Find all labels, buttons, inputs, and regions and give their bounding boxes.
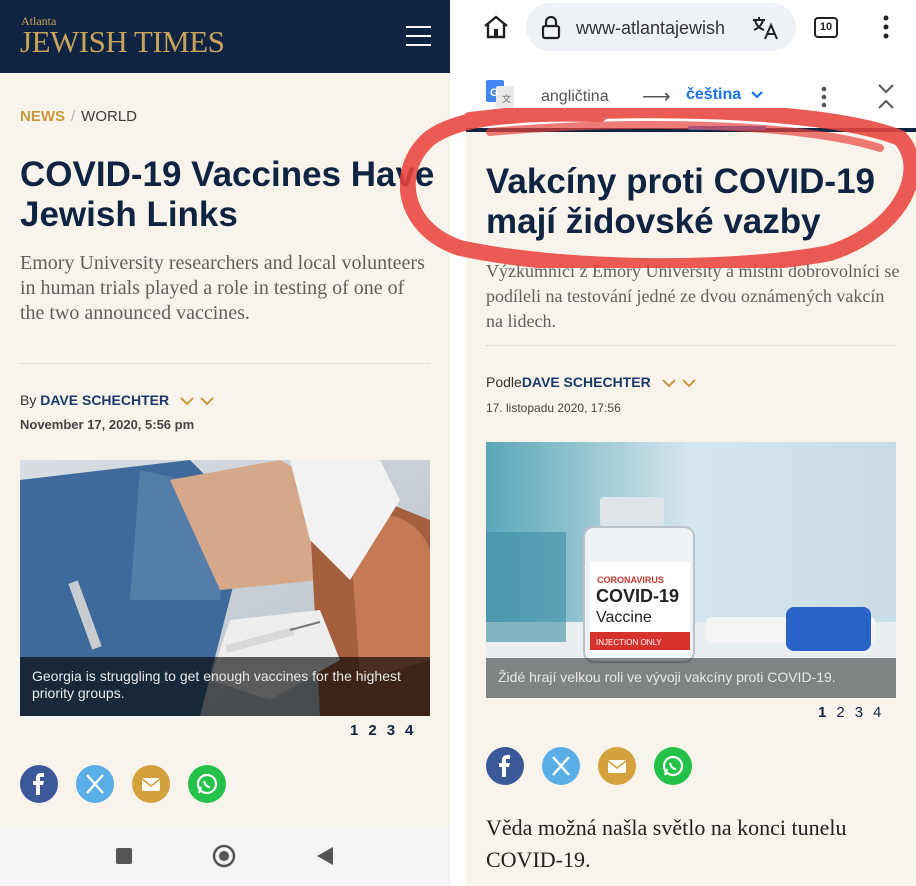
article-photo[interactable]: Georgia is struggling to get enough vacc… — [20, 460, 430, 716]
article-title: COVID-19 Vaccines Have Jewish Links — [20, 155, 435, 234]
pager-item[interactable]: 2 — [836, 704, 844, 721]
browser-toolbar: www-atlantajewish 10 — [466, 0, 916, 60]
whatsapp-share-button[interactable] — [654, 747, 692, 785]
breadcrumb-news-link[interactable]: NEWS — [20, 108, 65, 125]
article-body-paragraph: Věda možná našla světlo na konci tunelu … — [486, 815, 847, 872]
pager-item[interactable]: 4 — [873, 704, 881, 721]
vial-label-line2: COVID-19 — [596, 586, 679, 606]
site-logo[interactable]: JEWISH TIMES — [20, 25, 225, 59]
photo-pager: 1234 — [340, 722, 413, 739]
email-share-button[interactable] — [132, 765, 170, 803]
vial-label-line1: CORONAVIRUS — [597, 575, 664, 585]
vial-label-line3: Vaccine — [596, 609, 652, 626]
translate-icon[interactable] — [751, 15, 779, 41]
byline: By DAVE SCHECHTER — [20, 392, 215, 409]
whatsapp-share-button[interactable] — [188, 765, 226, 803]
breadcrumb: NEWS / WORLD — [20, 108, 137, 126]
google-translate-icon: G 文 — [486, 80, 514, 108]
target-language-label: čeština — [686, 86, 742, 103]
email-icon — [607, 760, 627, 773]
byline-prefix: By — [20, 392, 37, 408]
translate-bar: G 文 angličtina ⟶ čeština — [466, 60, 916, 132]
pager-item[interactable]: 2 — [368, 722, 376, 739]
whatsapp-icon — [196, 773, 218, 795]
article-date: November 17, 2020, 5:56 pm — [20, 417, 195, 432]
chevron-down-icon — [750, 90, 763, 99]
article-date: 17. listopadu 2020, 17:56 — [486, 401, 621, 415]
email-share-button[interactable] — [598, 747, 636, 785]
address-bar[interactable]: www-atlantajewish — [526, 3, 796, 51]
author-link[interactable]: DAVE SCHECHTER — [40, 392, 169, 408]
tab-switcher-button[interactable]: 10 — [814, 17, 838, 38]
right-screenshot: www-atlantajewish 10 G 文 angličtina ⟶ če… — [466, 0, 916, 886]
url-text: www-atlantajewish — [576, 18, 726, 38]
facebook-share-button[interactable] — [20, 765, 58, 803]
pager-item[interactable]: 3 — [855, 704, 863, 721]
source-language-tab[interactable]: angličtina — [541, 88, 609, 106]
more-options-icon[interactable] — [882, 14, 890, 40]
vial-label-line4: INJECTION ONLY — [596, 638, 662, 647]
android-nav-bar — [0, 826, 450, 886]
divider — [20, 363, 430, 364]
x-share-button[interactable] — [542, 747, 580, 785]
recent-apps-icon[interactable] — [114, 846, 134, 866]
chevron-down-icon[interactable] — [179, 396, 215, 406]
lock-icon — [541, 16, 561, 40]
svg-text:G: G — [490, 87, 499, 99]
hamburger-menu-icon[interactable] — [406, 26, 431, 46]
facebook-icon — [499, 755, 510, 777]
article-subtitle: Emory University researchers and local v… — [20, 252, 425, 324]
author-link[interactable]: DAVE SCHECHTER — [522, 374, 651, 390]
pager-item[interactable]: 4 — [405, 722, 413, 739]
x-icon — [86, 774, 104, 794]
photo-pager: 1234 — [808, 704, 881, 721]
pager-item[interactable]: 1 — [818, 704, 826, 721]
email-icon — [141, 778, 161, 791]
whatsapp-icon — [662, 755, 684, 777]
byline-prefix: Podle — [486, 374, 522, 390]
translate-options-icon[interactable] — [820, 86, 828, 108]
home-button-icon[interactable] — [212, 844, 236, 868]
x-share-button[interactable] — [76, 765, 114, 803]
article-photo[interactable]: CORONAVIRUS COVID-19 Vaccine INJECTION O… — [486, 442, 896, 698]
pager-item[interactable]: 3 — [387, 722, 395, 739]
collapse-expand-icon[interactable] — [876, 82, 896, 112]
screenshot-divider — [450, 0, 466, 886]
x-icon — [552, 756, 570, 776]
chevron-down-icon[interactable] — [661, 378, 697, 388]
back-button-icon[interactable] — [315, 845, 335, 867]
left-screenshot: Atlanta JEWISH TIMES NEWS / WORLD COVID-19… — [0, 0, 450, 886]
breadcrumb-world-link[interactable]: WORLD — [81, 108, 137, 125]
target-language-tab[interactable]: čeština — [686, 86, 764, 104]
translated-article-subtitle: Výzkumníci z Emory University a místní d… — [486, 261, 900, 331]
arrow-right-icon: ⟶ — [642, 86, 671, 108]
svg-text:文: 文 — [502, 93, 511, 104]
home-icon[interactable] — [482, 14, 510, 40]
photo-caption: Georgia is struggling to get enough vacc… — [20, 657, 430, 716]
divider — [486, 345, 896, 346]
site-header: Atlanta JEWISH TIMES — [0, 0, 450, 73]
byline: PodleDAVE SCHECHTER — [486, 374, 697, 391]
photo-caption: Židé hrají velkou roli ve vývoji vakcíny… — [486, 658, 896, 698]
translated-article-title: Vakcíny proti COVID-19 mají židovské vaz… — [486, 162, 876, 241]
facebook-icon — [33, 773, 44, 795]
pager-item[interactable]: 1 — [350, 722, 358, 739]
facebook-share-button[interactable] — [486, 747, 524, 785]
active-language-indicator — [688, 126, 766, 130]
breadcrumb-separator: / — [71, 108, 76, 125]
